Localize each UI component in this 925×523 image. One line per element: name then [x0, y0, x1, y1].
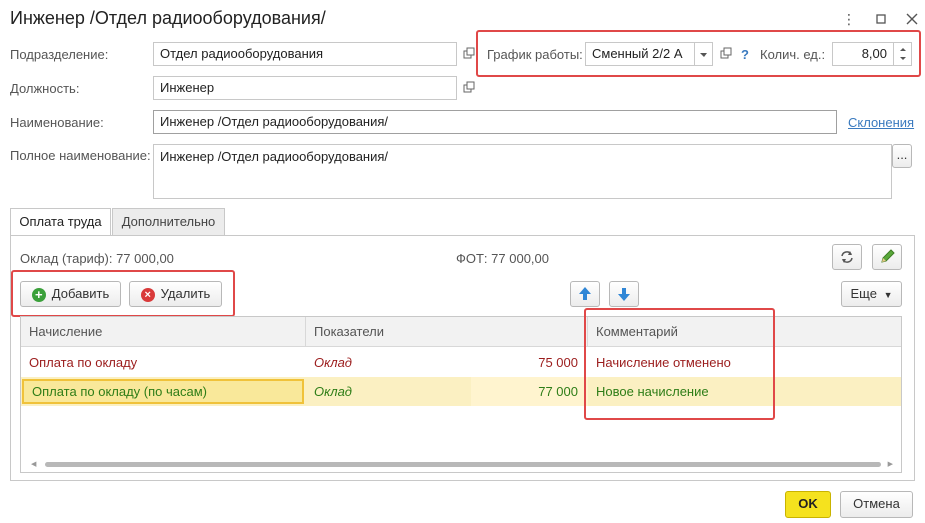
open-position-icon[interactable]	[459, 79, 477, 97]
arrow-up-icon	[579, 287, 591, 300]
horizontal-scrollbar[interactable]: ◀ ▶	[31, 460, 893, 468]
fot-text: ФОТ: 77 000,00	[456, 251, 549, 266]
chevron-down-icon	[700, 53, 707, 57]
help-icon[interactable]: ?	[741, 47, 749, 62]
window-title: Инженер /Отдел радиооборудования/	[10, 8, 326, 28]
full-name-field[interactable]: Инженер /Отдел радиооборудования/	[153, 144, 892, 199]
scrollbar-thumb[interactable]	[45, 462, 881, 467]
schedule-dropdown-button[interactable]	[695, 42, 713, 66]
salary-text: Оклад (тариф): 77 000,00	[20, 251, 174, 266]
indicator-cell: Оклад	[314, 355, 352, 370]
refresh-icon	[841, 251, 853, 263]
edit-button[interactable]	[872, 244, 902, 270]
maximize-icon[interactable]	[872, 10, 890, 28]
tab-payment[interactable]: Оплата труда	[10, 208, 111, 236]
arrow-down-icon	[618, 288, 630, 301]
division-field[interactable]: Отдел радиооборудования	[153, 42, 457, 66]
units-field[interactable]: 8,00	[832, 42, 894, 66]
delete-button[interactable]: × Удалить	[129, 281, 222, 307]
more-label: Еще	[850, 286, 877, 301]
delete-icon: ×	[140, 287, 155, 302]
tab-additional[interactable]: Дополнительно	[112, 208, 225, 235]
close-icon[interactable]	[903, 10, 921, 28]
more-button[interactable]: Еще ▼	[841, 281, 902, 307]
open-schedule-icon[interactable]	[716, 45, 734, 63]
move-up-button[interactable]	[570, 281, 600, 307]
accrual-cell: Оплата по окладу	[29, 355, 138, 370]
declension-link[interactable]: Склонения	[848, 115, 914, 130]
add-label: Добавить	[51, 286, 110, 301]
units-label: Колич. ед.:	[760, 47, 826, 62]
full-name-more-button[interactable]: ...	[892, 144, 912, 168]
ok-button[interactable]: OK	[785, 491, 831, 518]
accrual-cell[interactable]: Оплата по окладу (по часам)	[22, 379, 304, 404]
add-button[interactable]: + Добавить	[20, 281, 121, 307]
indicator-cell: Оклад	[314, 384, 352, 399]
scroll-left-icon[interactable]: ◀	[31, 460, 36, 468]
refresh-button[interactable]	[832, 244, 862, 270]
more-menu-icon[interactable]: ⋮	[840, 10, 858, 28]
header-indicators[interactable]: Показатели	[306, 317, 588, 347]
schedule-label: График работы:	[487, 47, 583, 62]
amount-cell: 75 000	[538, 355, 578, 370]
position-label: Должность:	[10, 81, 80, 96]
pencil-icon	[881, 249, 895, 263]
open-division-icon[interactable]	[459, 45, 477, 63]
move-down-button[interactable]	[609, 281, 639, 307]
full-name-label: Полное наименование:	[10, 148, 151, 163]
scroll-right-icon[interactable]: ▶	[888, 460, 893, 468]
amount-cell: 77 000	[471, 377, 588, 406]
header-accrual[interactable]: Начисление	[21, 317, 306, 347]
add-icon: +	[31, 287, 46, 302]
chevron-down-icon: ▼	[883, 290, 893, 300]
delete-label: Удалить	[160, 286, 211, 301]
name-field[interactable]: Инженер /Отдел радиооборудования/	[153, 110, 837, 134]
cancel-button[interactable]: Отмена	[840, 491, 913, 518]
division-label: Подразделение:	[10, 47, 109, 62]
comment-highlight-box	[584, 308, 775, 420]
schedule-field[interactable]: Сменный 2/2 А	[585, 42, 695, 66]
name-label: Наименование:	[10, 115, 104, 130]
units-spinner[interactable]	[894, 42, 912, 66]
position-field[interactable]: Инженер	[153, 76, 457, 100]
